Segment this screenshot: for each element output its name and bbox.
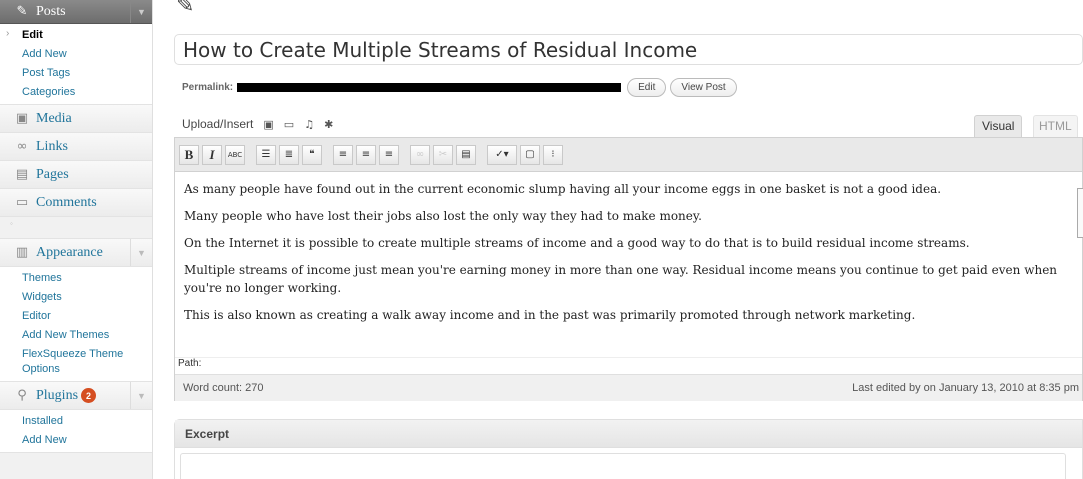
paragraph: Multiple streams of income just mean you…: [184, 263, 1058, 295]
strikethrough-button[interactable]: ABC: [225, 144, 245, 165]
submenu-editor[interactable]: Editor: [0, 307, 152, 326]
add-media-icon[interactable]: ✱: [324, 118, 333, 131]
plugins-submenu: Installed Add New: [0, 410, 152, 453]
tab-html[interactable]: HTML: [1033, 115, 1078, 137]
permalink-row: Permalink: Edit View Post: [182, 76, 741, 98]
menu-plugins-label: Plugins: [36, 387, 79, 403]
submenu-installed[interactable]: Installed: [0, 412, 152, 431]
spellcheck-icon[interactable]: ✓▾: [487, 144, 517, 165]
upload-insert-label: Upload/Insert: [182, 117, 254, 131]
pin-icon: ✎: [16, 4, 28, 19]
submenu-add-new[interactable]: Add New: [0, 45, 152, 64]
align-left-icon[interactable]: ≡: [333, 144, 353, 165]
page-title-icon: ✎: [176, 0, 195, 17]
excerpt-textarea[interactable]: [180, 453, 1066, 479]
italic-button[interactable]: I: [202, 144, 222, 165]
editor-toolbar: B I ABC ☰ ≣ ❝ ≡ ≡ ≡ ∞ ✂ ▤ ✓▾ ▢ ⁝: [175, 138, 1082, 172]
menu-media[interactable]: ▣ Media: [0, 105, 152, 133]
edit-post-area: ✎ How to Create Multiple Streams of Resi…: [166, 0, 1083, 479]
excerpt-box: Excerpt: [174, 419, 1083, 479]
post-title-input[interactable]: How to Create Multiple Streams of Residu…: [174, 34, 1083, 65]
insert-link-icon[interactable]: ∞: [410, 144, 430, 165]
menu-separator[interactable]: ◦: [0, 217, 152, 239]
posts-submenu: › Edit Add New Post Tags Categories: [0, 24, 152, 105]
paragraph: On the Internet it is possible to create…: [184, 236, 970, 250]
upload-insert-row: Upload/Insert ▣ ▭ ♫ ✱: [182, 117, 333, 131]
menu-comments[interactable]: ▭ Comments: [0, 189, 152, 217]
current-item-caret-icon: ›: [6, 28, 10, 39]
submenu-flexsqueeze-options[interactable]: FlexSqueeze Theme Options: [0, 345, 152, 379]
comments-icon: ▭: [15, 195, 29, 210]
kitchen-sink-icon[interactable]: ⁝: [543, 144, 563, 165]
links-icon: ∞: [16, 139, 28, 154]
submenu-post-tags[interactable]: Post Tags: [0, 64, 152, 83]
post-editor: B I ABC ☰ ≣ ❝ ≡ ≡ ≡ ∞ ✂ ▤ ✓▾ ▢ ⁝ As many…: [174, 137, 1083, 401]
menu-posts[interactable]: ✎ Posts ▼: [0, 0, 152, 24]
media-icon: ▣: [15, 111, 29, 126]
last-edited: Last edited by on January 13, 2010 at 8:…: [852, 382, 1079, 394]
menu-links-label: Links: [36, 138, 68, 154]
admin-sidebar: ✎ Posts ▼ › Edit Add New Post Tags Categ…: [0, 0, 153, 479]
view-post-button[interactable]: View Post: [670, 77, 737, 97]
add-video-icon[interactable]: ▭: [284, 118, 294, 131]
menu-media-label: Media: [36, 110, 72, 126]
plugins-update-badge: 2: [81, 388, 97, 403]
menu-toggle-arrow-icon[interactable]: ▼: [130, 239, 152, 266]
menu-toggle-arrow-icon[interactable]: ▼: [130, 382, 152, 409]
menu-plugins[interactable]: ⚲ Plugins 2 ▼: [0, 382, 152, 410]
align-center-icon[interactable]: ≡: [356, 144, 376, 165]
separator-grip-icon: ◦: [10, 219, 13, 228]
submenu-categories[interactable]: Categories: [0, 83, 152, 102]
menu-pages[interactable]: ▤ Pages: [0, 161, 152, 189]
menu-appearance-label: Appearance: [36, 244, 103, 260]
submenu-plugins-add-new[interactable]: Add New: [0, 431, 152, 450]
menu-posts-label: Posts: [36, 3, 66, 19]
blockquote-icon[interactable]: ❝: [302, 144, 322, 165]
paragraph: As many people have found out in the cur…: [184, 182, 942, 196]
fullscreen-icon[interactable]: ▢: [520, 144, 540, 165]
add-image-icon[interactable]: ▣: [263, 118, 273, 131]
align-right-icon[interactable]: ≡: [379, 144, 399, 165]
editor-content[interactable]: As many people have found out in the cur…: [175, 172, 1082, 354]
excerpt-title[interactable]: Excerpt: [175, 420, 1082, 448]
word-count: Word count: 270: [183, 382, 264, 394]
numbered-list-icon[interactable]: ≣: [279, 144, 299, 165]
appearance-icon: ▥: [15, 245, 29, 260]
pages-icon: ▤: [15, 167, 29, 182]
unlink-icon[interactable]: ✂: [433, 144, 453, 165]
plugins-icon: ⚲: [17, 388, 27, 403]
appearance-submenu: Themes Widgets Editor Add New Themes Fle…: [0, 267, 152, 382]
paragraph: Many people who have lost their jobs als…: [184, 209, 702, 223]
permalink-edit-button[interactable]: Edit: [627, 77, 667, 97]
bold-button[interactable]: B: [179, 144, 199, 165]
submenu-add-new-themes[interactable]: Add New Themes: [0, 326, 152, 345]
add-audio-icon[interactable]: ♫: [304, 118, 314, 131]
menu-toggle-arrow-icon[interactable]: ▼: [130, 0, 152, 23]
menu-comments-label: Comments: [36, 194, 97, 210]
menu-pages-label: Pages: [36, 166, 69, 182]
submenu-themes[interactable]: Themes: [0, 269, 152, 288]
menu-links[interactable]: ∞ Links: [0, 133, 152, 161]
editor-status-bar: Word count: 270 Last edited by on Januar…: [175, 374, 1082, 401]
tab-visual[interactable]: Visual: [974, 115, 1023, 137]
paragraph: This is also known as creating a walk aw…: [184, 308, 916, 322]
bullet-list-icon[interactable]: ☰: [256, 144, 276, 165]
more-tag-icon[interactable]: ▤: [456, 144, 476, 165]
permalink-redacted: [237, 82, 622, 92]
submenu-widgets[interactable]: Widgets: [0, 288, 152, 307]
editor-path: Path:: [175, 357, 1082, 373]
editor-scrollbar[interactable]: [1077, 188, 1083, 238]
permalink-label: Permalink:: [182, 81, 234, 93]
submenu-edit[interactable]: Edit: [0, 26, 152, 45]
menu-appearance[interactable]: ▥ Appearance ▼: [0, 239, 152, 267]
